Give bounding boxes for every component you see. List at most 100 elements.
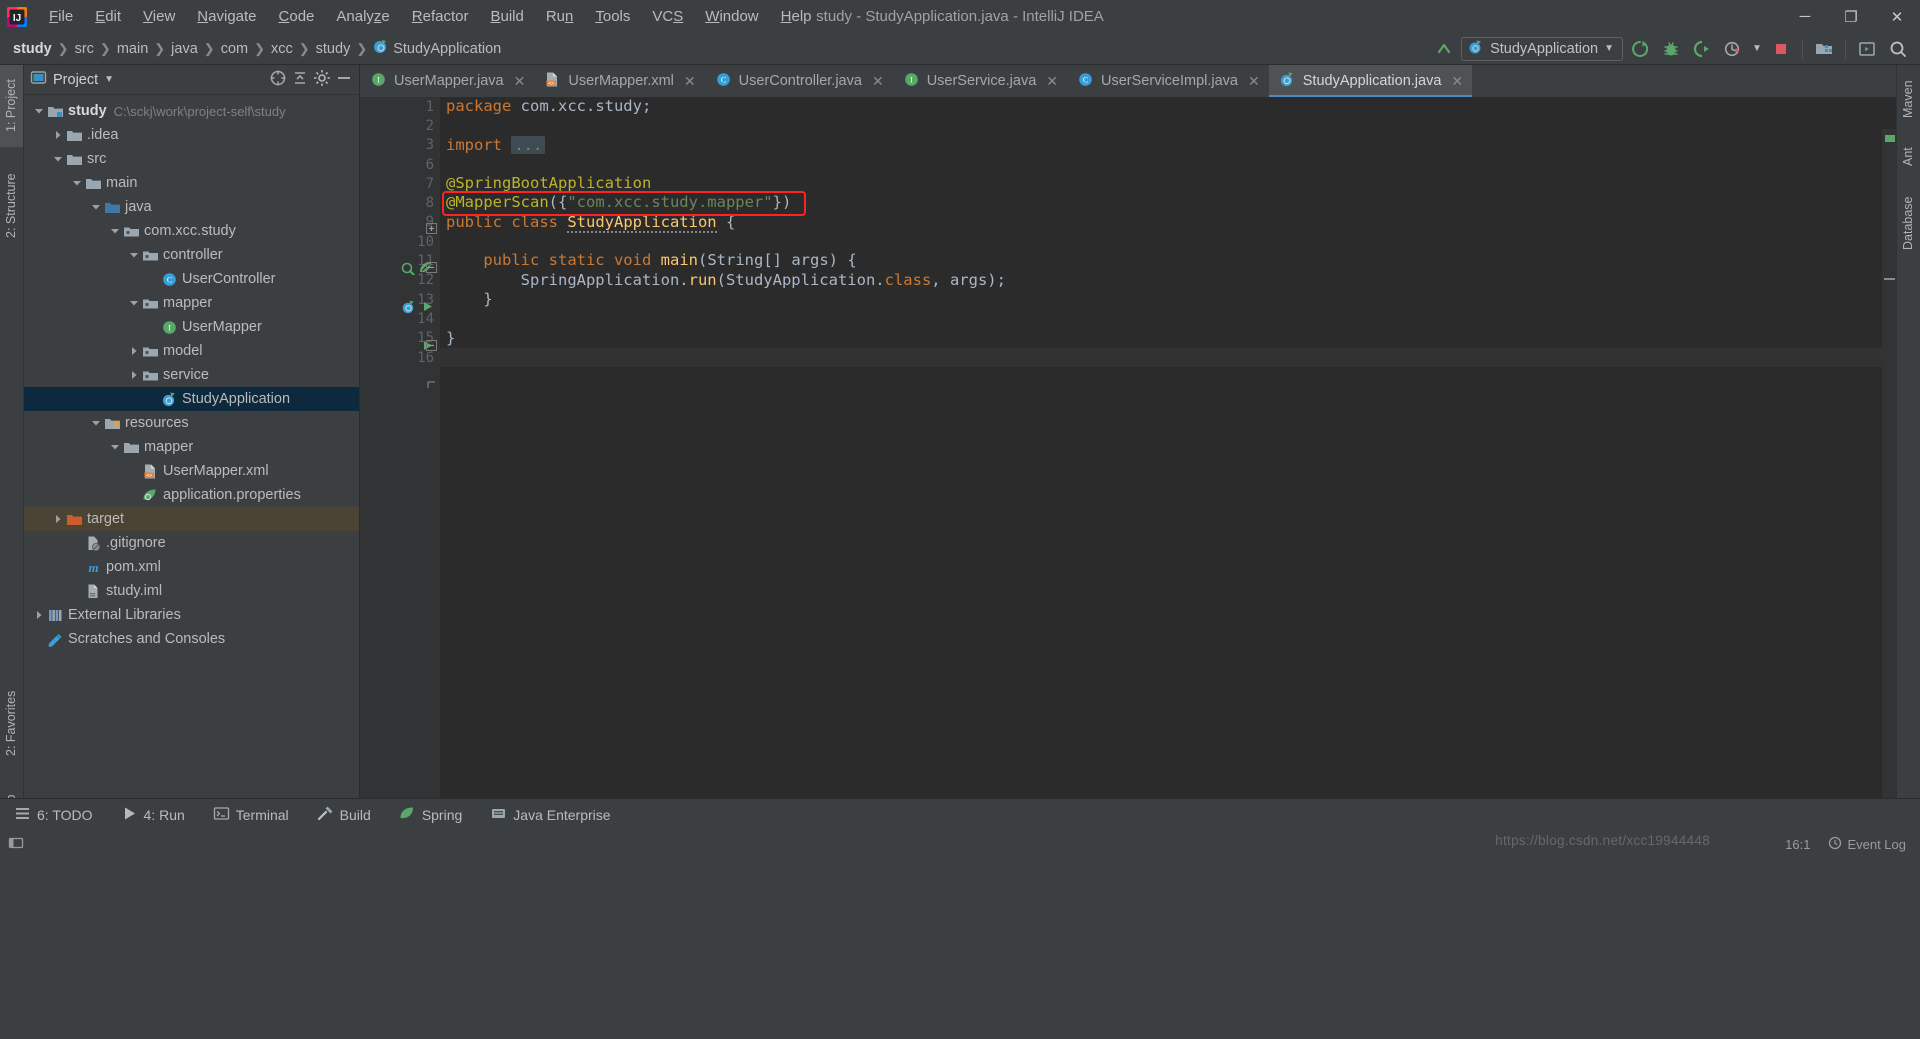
project-structure-icon[interactable] [1810,36,1838,62]
tree-node-usercontroller[interactable]: C UserController [24,267,359,291]
tree-expand-arrow[interactable] [127,346,141,356]
tree-expand-arrow[interactable] [108,226,122,236]
editor-tab-usermapper-java[interactable]: I UserMapper.java ✕ [360,65,534,97]
bottom-tab-spring[interactable]: Spring [385,801,476,829]
run-configuration-selector[interactable]: StudyApplication ▼ [1461,36,1623,61]
settings-gear-icon[interactable] [313,69,331,91]
right-tool-window-stripe[interactable]: Maven Ant Database [1896,65,1920,798]
tree-expand-arrow[interactable] [51,514,65,524]
tree-expand-arrow[interactable] [127,298,141,308]
code-line[interactable] [446,116,1896,135]
stripe-button-favorites[interactable]: 2: Favorites [0,673,23,773]
spring-bean-gutter-icon[interactable] [401,260,416,275]
window-controls[interactable]: ─ ❐ ✕ [1782,0,1920,33]
breadcrumb-com[interactable]: com [216,39,253,59]
tree-node-idea[interactable]: .idea [24,123,359,147]
tree-node-java[interactable]: java [24,195,359,219]
stripe-button-project[interactable]: 1: Project [0,65,23,147]
code-text[interactable]: package com.xcc.study; import ... @Sprin… [440,97,1896,798]
close-icon[interactable]: ✕ [1248,73,1260,90]
code-line[interactable] [446,309,1896,328]
menu-item-help[interactable]: Help [770,5,823,28]
tree-node-src[interactable]: src [24,147,359,171]
menu-bar[interactable]: FFileile Edit View Navigate Code Analyze… [38,5,823,28]
minimize-button[interactable]: ─ [1782,0,1828,33]
tree-node-study[interactable]: study C:\sckj\work\project-self\study [24,99,359,123]
breadcrumb-src[interactable]: src [70,39,99,59]
tree-node-study-iml[interactable]: study.iml [24,579,359,603]
tree-node-main[interactable]: main [24,171,359,195]
tree-node-mapper[interactable]: mapper [24,291,359,315]
menu-item-view[interactable]: View [132,5,186,28]
stripe-button-database[interactable]: Database [1896,185,1920,261]
project-tree[interactable]: study C:\sckj\work\project-self\study .ide… [24,95,359,651]
close-icon[interactable]: ✕ [514,73,526,90]
close-icon[interactable]: ✕ [1451,73,1463,90]
code-line[interactable]: } [446,329,1896,348]
bottom-tab-6-todo[interactable]: 6: TODO [0,801,107,829]
menu-item-code[interactable]: Code [268,5,326,28]
tree-node-controller[interactable]: controller [24,243,359,267]
tree-node-com-xcc-study[interactable]: com.xcc.study [24,219,359,243]
breadcrumb-xcc[interactable]: xcc [266,39,298,59]
menu-item-build[interactable]: Build [479,5,534,28]
close-button[interactable]: ✕ [1874,0,1920,33]
select-opened-file-icon[interactable] [269,69,287,91]
breadcrumb-study-pkg[interactable]: study [311,39,356,59]
tree-node-external-libraries[interactable]: External Libraries [24,603,359,627]
tree-node-application-properties[interactable]: application.properties [24,483,359,507]
code-line[interactable]: } [446,290,1896,309]
breadcrumb-studyapplication[interactable]: StudyApplication [368,37,506,60]
tree-node-usermapper[interactable]: I UserMapper [24,315,359,339]
tree-node-target[interactable]: target [24,507,359,531]
tree-node-model[interactable]: model [24,339,359,363]
caret-position[interactable]: 16:1 [1785,837,1810,852]
fold-collapse-icon[interactable] [426,262,437,273]
editor-tab-usercontroller-java[interactable]: C UserController.java ✕ [705,65,893,97]
tree-expand-arrow[interactable] [127,250,141,260]
menu-item-tools[interactable]: Tools [584,5,641,28]
menu-item-edit[interactable]: Edit [84,5,132,28]
tree-expand-arrow[interactable] [108,442,122,452]
tree-expand-arrow[interactable] [89,202,103,212]
menu-item-window[interactable]: Window [694,5,769,28]
tree-expand-arrow[interactable] [32,610,46,620]
fold-expand-icon[interactable] [426,223,437,234]
stripe-button-structure[interactable]: 2: Structure [0,155,23,257]
search-everywhere-icon[interactable] [1884,36,1912,62]
breadcrumb-study[interactable]: study [8,39,57,59]
code-editor[interactable]: 1 2 3 6 7 8 9 10 11 12 13 14 15 16 packa… [360,97,1896,798]
tree-expand-arrow[interactable] [51,130,65,140]
tree-node-scratches-and-consoles[interactable]: Scratches and Consoles [24,627,359,651]
collapse-all-icon[interactable] [291,69,309,91]
code-line[interactable] [446,155,1896,174]
tree-node-service[interactable]: service [24,363,359,387]
tree-expand-arrow[interactable] [127,370,141,380]
folded-imports[interactable]: ... [511,135,546,154]
code-line[interactable]: SpringApplication.run(StudyApplication.c… [446,271,1896,290]
chevron-down-icon[interactable]: ▼ [104,74,114,85]
close-icon[interactable]: ✕ [684,73,696,90]
code-line[interactable]: @SpringBootApplication [446,174,1896,193]
menu-item-analyze[interactable]: Analyze [325,5,400,28]
fold-collapse-method-icon[interactable] [426,340,437,351]
tree-node-gitignore[interactable]: .gitignore [24,531,359,555]
code-line[interactable]: public class StudyApplication { [446,212,1896,233]
bottom-tab-terminal[interactable]: Terminal [199,801,303,829]
event-log-button[interactable]: Event Log [1828,836,1906,853]
breadcrumb[interactable]: study ❯ src ❯ main ❯ java ❯ com ❯ xcc ❯ … [0,37,506,60]
left-tool-window-stripe[interactable]: 1: Project 2: Structure 2: Favorites Web [0,65,24,820]
code-line[interactable]: public static void main(String[] args) { [446,251,1896,270]
menu-item-navigate[interactable]: Navigate [186,5,267,28]
markup-scrollbar[interactable] [1882,129,1896,798]
breadcrumb-main[interactable]: main [112,39,153,59]
update-project-icon[interactable] [1430,36,1458,62]
bottom-tab-4-run[interactable]: 4: Run [107,801,199,829]
editor-tab-userserviceimpl-java[interactable]: C UserServiceImpl.java ✕ [1067,65,1269,97]
menu-item-vcs[interactable]: VCS [641,5,694,28]
editor-tab-usermapper-xml[interactable]: <> UserMapper.xml ✕ [534,65,704,97]
hide-panel-icon[interactable] [335,69,353,91]
close-icon[interactable]: ✕ [1046,73,1058,90]
run-icon[interactable] [1626,36,1654,62]
fold-end-icon[interactable] [426,379,437,390]
